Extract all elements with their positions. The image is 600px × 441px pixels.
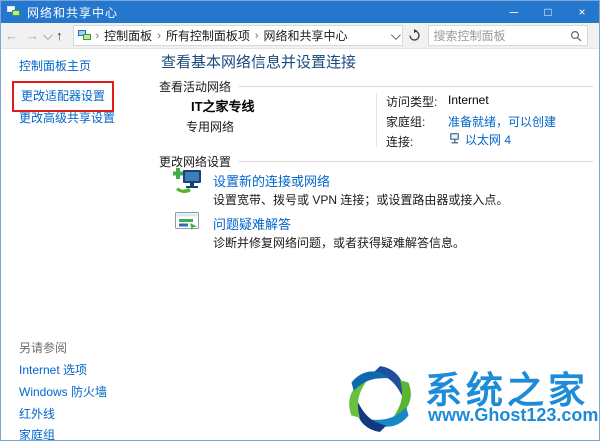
title-bar: 网络和共享中心 ─ □ × [1, 1, 599, 23]
watermark-site-url: www.Ghost123.com [428, 405, 598, 426]
troubleshoot-desc: 诊断并修复网络问题，或者获得疑难解答信息。 [213, 234, 465, 251]
access-type-label: 访问类型: [386, 93, 437, 110]
connections-label: 连接: [386, 133, 413, 150]
setup-new-connection-link[interactable]: 设置新的连接或网络 [213, 171, 330, 190]
refresh-icon[interactable] [408, 29, 421, 42]
troubleshoot-icon [175, 212, 200, 237]
breadcrumb-separator: › [155, 30, 163, 42]
section-divider [239, 86, 593, 87]
address-bar[interactable]: › 控制面板 › 所有控制面板项 › 网络和共享中心 [73, 25, 403, 46]
watermark-logo-icon [343, 362, 417, 441]
detail-divider [376, 93, 377, 147]
address-dropdown-chevron-icon[interactable] [391, 29, 398, 43]
red-annotation-box: 更改适配器设置 [12, 81, 114, 112]
page-title: 查看基本网络信息并设置连接 [161, 51, 356, 72]
section-divider [239, 161, 593, 162]
access-type-value: Internet [448, 93, 489, 107]
maximize-button[interactable]: □ [531, 1, 565, 23]
breadcrumb-all-items[interactable]: 所有控制面板项 [163, 27, 253, 44]
breadcrumb-separator: › [94, 30, 102, 42]
sidebar-item-change-adapter-settings[interactable]: 更改适配器设置 [21, 89, 105, 103]
active-networks-label: 查看活动网络 [159, 78, 231, 95]
change-settings-section: 更改网络设置 [159, 153, 593, 170]
network-share-icon [7, 6, 21, 18]
forward-icon[interactable]: → [22, 29, 43, 42]
minimize-button[interactable]: ─ [497, 1, 531, 23]
breadcrumb-network-icon [78, 30, 92, 42]
network-sharing-center-window: 网络和共享中心 ─ □ × ← → ↑ › 控制面板 › 所有控制面板项 [0, 0, 600, 441]
sidebar-item-homegroup[interactable]: 家庭组 [19, 426, 55, 441]
search-box[interactable] [428, 25, 588, 46]
sidebar-item-control-panel-home[interactable]: 控制面板主页 [19, 57, 91, 74]
sidebar-item-internet-options[interactable]: Internet 选项 [19, 361, 87, 378]
search-icon[interactable] [570, 30, 582, 42]
search-input[interactable] [434, 29, 570, 43]
breadcrumb-control-panel[interactable]: 控制面板 [101, 27, 155, 44]
new-connection-icon [173, 168, 203, 199]
toolbar: ← → ↑ › 控制面板 › 所有控制面板项 › 网络和共享中心 [1, 23, 599, 49]
ethernet-icon [448, 133, 461, 146]
homegroup-ready-link[interactable]: 准备就绪，可以创建 [448, 113, 556, 130]
up-icon[interactable]: ↑ [52, 29, 67, 42]
sidebar-item-infrared[interactable]: 红外线 [19, 405, 55, 422]
sidebar-item-change-advanced-sharing[interactable]: 更改高级共享设置 [19, 109, 115, 126]
breadcrumb-network-sharing-center[interactable]: 网络和共享中心 [261, 27, 351, 44]
recent-pages-chevron-icon[interactable] [43, 27, 50, 45]
sidebar-item-windows-firewall[interactable]: Windows 防火墙 [19, 383, 107, 400]
breadcrumb-separator: › [253, 30, 261, 42]
network-type: 专用网络 [186, 118, 234, 135]
window-title: 网络和共享中心 [27, 4, 118, 21]
troubleshoot-link[interactable]: 问题疑难解答 [213, 214, 291, 233]
see-also-header: 另请参阅 [19, 339, 67, 356]
connection-row: 以太网 4 [448, 131, 511, 148]
ethernet-4-link[interactable]: 以太网 4 [465, 131, 511, 148]
setup-new-connection-desc: 设置宽带、拨号或 VPN 连接；或设置路由器或接入点。 [213, 191, 508, 208]
caption-buttons: ─ □ × [497, 1, 599, 23]
homegroup-label: 家庭组: [386, 113, 425, 130]
back-icon[interactable]: ← [1, 29, 22, 42]
network-name: IT之家专线 [191, 96, 255, 115]
close-button[interactable]: × [565, 1, 599, 23]
